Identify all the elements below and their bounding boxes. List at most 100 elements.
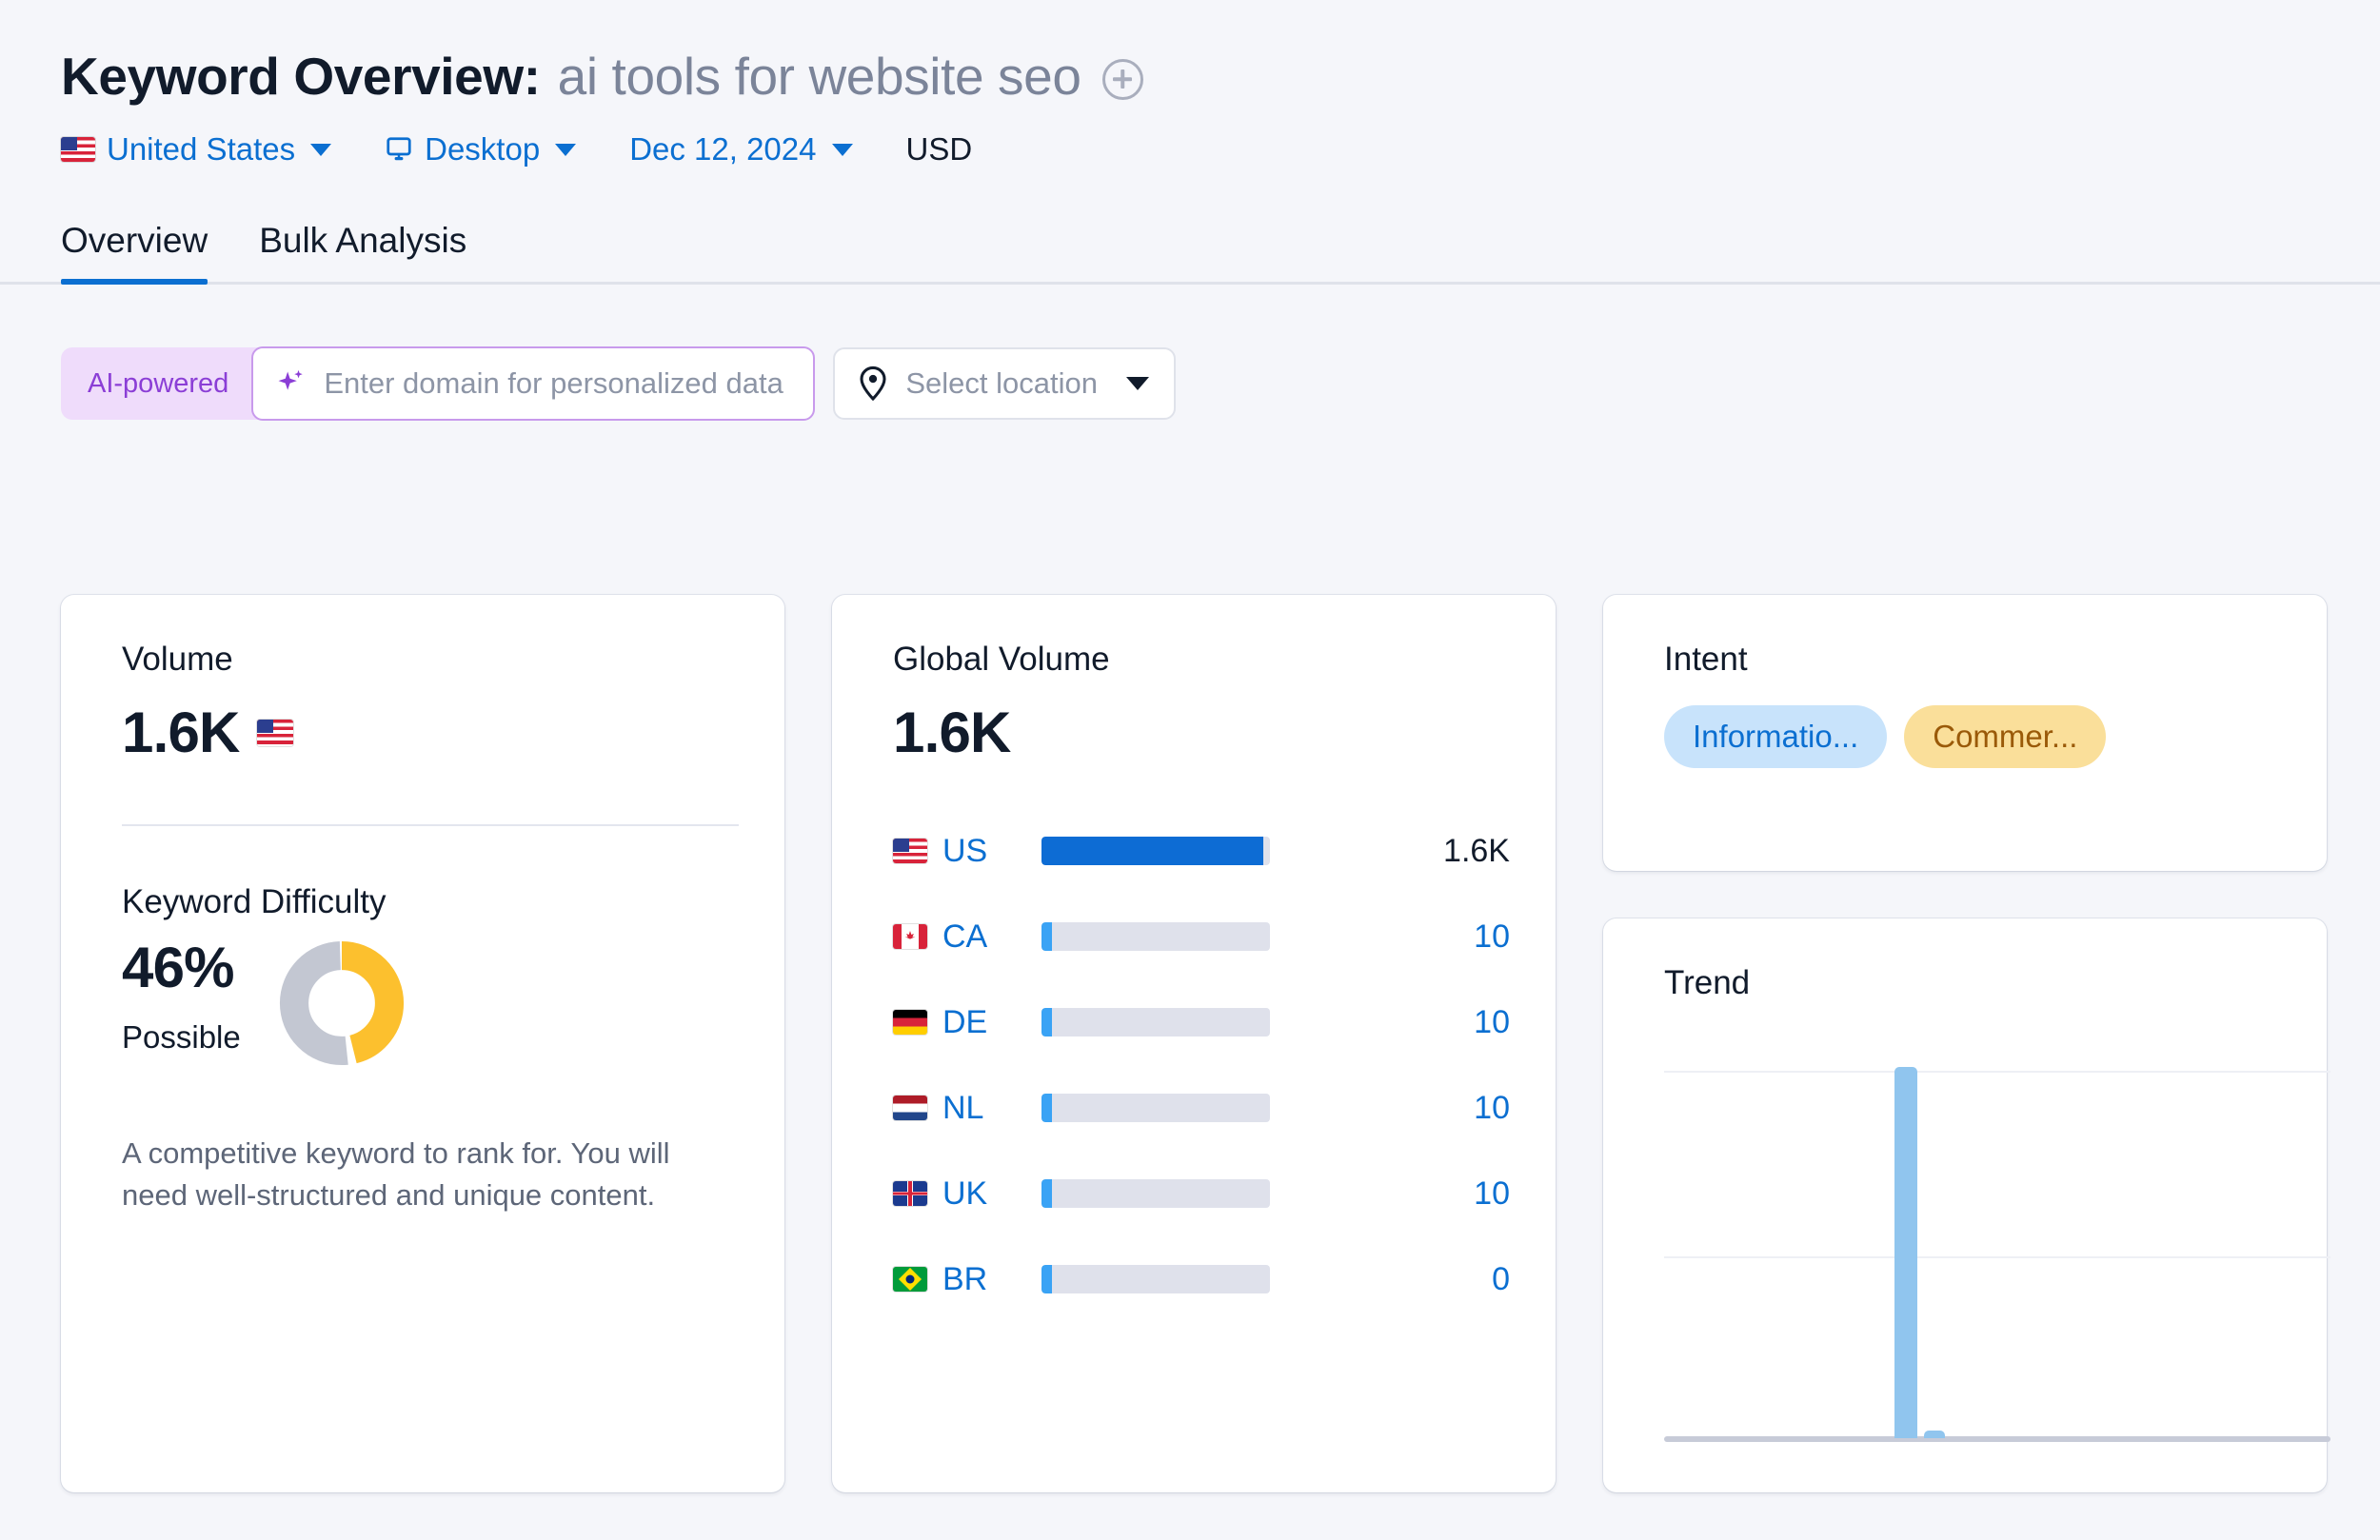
location-select-label: Select location	[905, 366, 1098, 401]
intent-badge-commercial[interactable]: Commer...	[1904, 705, 2106, 768]
device-filter[interactable]: Desktop	[385, 131, 576, 168]
tab-bar: Overview Bulk Analysis	[0, 221, 2380, 285]
global-volume-card: Global Volume 1.6K US 1.6K CA	[832, 595, 1556, 1492]
country-code: BR	[942, 1261, 987, 1298]
country-volume-value: 1.6K	[1325, 833, 1510, 870]
trend-card: Trend	[1603, 918, 2327, 1492]
country-code: NL	[942, 1090, 983, 1127]
country-volume-value: 0	[1325, 1261, 1510, 1298]
device-filter-label: Desktop	[425, 131, 540, 168]
country-volume-bar-track	[1041, 837, 1270, 865]
volume-value: 1.6K	[122, 700, 240, 765]
intent-badge-list: Informatio... Commer...	[1664, 705, 2327, 768]
domain-input[interactable]: Enter domain for personalized data	[324, 366, 783, 401]
page-header: Keyword Overview: ai tools for website s…	[0, 0, 2380, 168]
sparkle-icon	[274, 367, 307, 400]
chevron-down-icon	[310, 144, 331, 156]
date-filter-label: Dec 12, 2024	[629, 131, 816, 168]
right-column: Intent Informatio... Commer... Trend	[1603, 595, 2327, 1492]
page-title-prefix: Keyword Overview:	[61, 46, 541, 107]
intent-card-label: Intent	[1664, 641, 2327, 679]
keyword-difficulty-donut-chart	[279, 940, 405, 1066]
ai-domain-search: AI-powered Enter domain for personalized…	[61, 347, 814, 420]
global-volume-card-label: Global Volume	[893, 641, 1510, 679]
list-item[interactable]: DE 10	[893, 996, 1510, 1049]
trend-card-label: Trend	[1664, 964, 2327, 1002]
list-item[interactable]: NL 10	[893, 1081, 1510, 1135]
page-title: Keyword Overview: ai tools for website s…	[61, 46, 2380, 107]
ai-powered-badge-label: AI-powered	[88, 368, 228, 400]
country-volume-value: 10	[1325, 1090, 1510, 1127]
plus-circle-icon[interactable]	[1102, 59, 1143, 100]
list-item[interactable]: BR 0	[893, 1253, 1510, 1306]
ca-flag-icon	[893, 924, 927, 949]
filter-bar: United States Desktop Dec 12, 2024 USD	[61, 131, 2380, 168]
country-volume-value: 10	[1325, 918, 1510, 956]
tab-bulk-analysis[interactable]: Bulk Analysis	[259, 221, 466, 282]
list-item[interactable]: CA 10	[893, 910, 1510, 963]
country-volume-bar-track	[1041, 1008, 1270, 1037]
keyword-difficulty-row: 46% Possible	[122, 935, 739, 1066]
country-code: UK	[942, 1175, 987, 1213]
page-title-keyword: ai tools for website seo	[558, 46, 1081, 107]
keyword-difficulty-label: Keyword Difficulty	[122, 883, 739, 921]
intent-badge-informational[interactable]: Informatio...	[1664, 705, 1887, 768]
card-divider	[122, 824, 739, 826]
country-volume-bar-fill	[1041, 1265, 1052, 1293]
country-volume-bar-track	[1041, 1179, 1270, 1208]
country-code: DE	[942, 1004, 987, 1041]
keyword-difficulty-value: 46%	[122, 935, 241, 1000]
country-volume-bar-fill	[1041, 837, 1263, 865]
us-flag-icon	[893, 839, 927, 863]
br-flag-icon	[893, 1267, 927, 1292]
keyword-difficulty-description: A competitive keyword to rank for. You w…	[122, 1133, 731, 1216]
volume-card-label: Volume	[122, 641, 739, 679]
country-code: US	[942, 833, 987, 870]
country-filter-label: United States	[107, 131, 295, 168]
gridline	[1664, 1071, 2330, 1073]
list-item[interactable]: US 1.6K	[893, 824, 1510, 878]
us-flag-icon	[61, 137, 95, 162]
chevron-down-icon	[555, 144, 576, 156]
uk-flag-icon	[893, 1181, 927, 1206]
keyword-difficulty-verdict: Possible	[122, 1019, 241, 1056]
intent-card: Intent Informatio... Commer...	[1603, 595, 2327, 871]
list-item[interactable]: UK 10	[893, 1167, 1510, 1220]
ai-powered-badge: AI-powered	[61, 347, 251, 420]
date-filter[interactable]: Dec 12, 2024	[629, 131, 852, 168]
country-volume-list: US 1.6K CA 10 DE	[893, 824, 1510, 1306]
tab-overview-label: Overview	[61, 221, 208, 260]
currency-label: USD	[906, 131, 973, 168]
country-volume-bar-fill	[1041, 1094, 1052, 1122]
gridline	[1664, 1256, 2330, 1258]
location-select[interactable]: Select location	[833, 347, 1176, 420]
country-code: CA	[942, 918, 987, 956]
tab-bulk-analysis-label: Bulk Analysis	[259, 221, 466, 260]
chart-baseline	[1664, 1436, 2330, 1442]
global-volume-value-row: 1.6K	[893, 700, 1510, 765]
chevron-down-icon	[1126, 377, 1149, 390]
global-volume-value: 1.6K	[893, 700, 1011, 765]
de-flag-icon	[893, 1010, 927, 1035]
ai-search-row: AI-powered Enter domain for personalized…	[61, 347, 2380, 420]
volume-card: Volume 1.6K Keyword Difficulty 46% Possi…	[61, 595, 784, 1492]
country-filter[interactable]: United States	[61, 131, 331, 168]
nl-flag-icon	[893, 1096, 927, 1120]
metrics-cards: Volume 1.6K Keyword Difficulty 46% Possi…	[61, 595, 2328, 1492]
country-volume-bar-track	[1041, 922, 1270, 951]
country-volume-bar-fill	[1041, 922, 1052, 951]
country-volume-bar-track	[1041, 1265, 1270, 1293]
trend-bar	[1924, 1431, 1945, 1438]
desktop-monitor-icon	[385, 135, 413, 164]
country-volume-value: 10	[1325, 1175, 1510, 1213]
tab-overview[interactable]: Overview	[61, 221, 208, 282]
us-flag-icon	[257, 720, 293, 746]
country-volume-value: 10	[1325, 1004, 1510, 1041]
country-volume-bar-track	[1041, 1094, 1270, 1122]
volume-value-row: 1.6K	[122, 700, 739, 765]
map-pin-icon	[858, 365, 888, 402]
trend-sparkline-chart[interactable]	[1664, 1071, 2330, 1442]
country-volume-bar-fill	[1041, 1008, 1052, 1037]
domain-input-wrapper[interactable]: Enter domain for personalized data	[251, 346, 815, 421]
trend-bar	[1894, 1067, 1917, 1438]
